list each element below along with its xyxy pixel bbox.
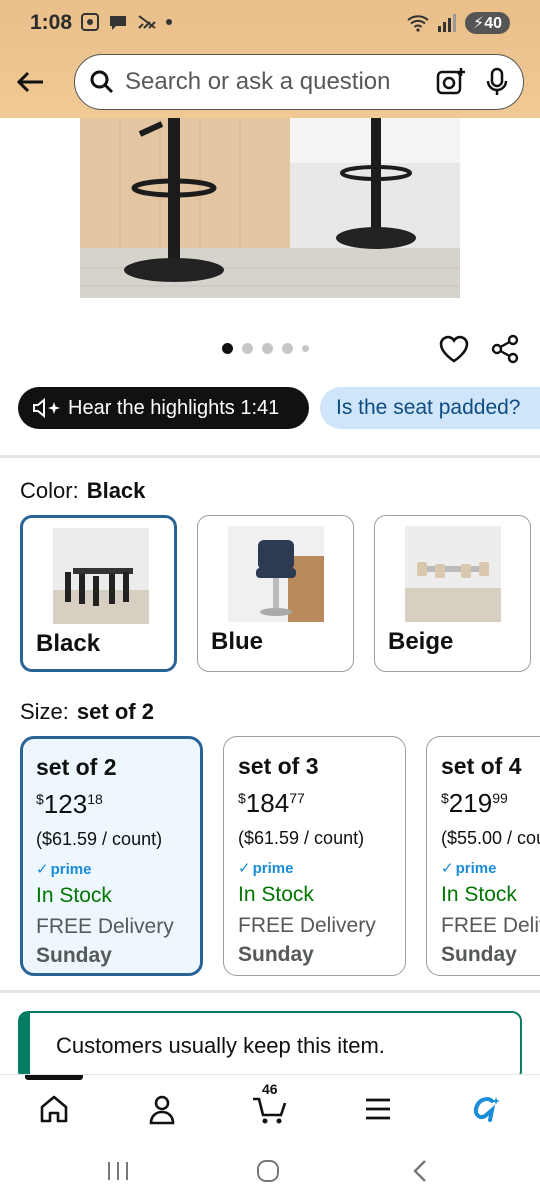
system-nav	[0, 1144, 540, 1200]
check-icon: ✓	[441, 860, 454, 877]
speaker-sparkle-icon	[33, 398, 60, 418]
color-thumbnail	[53, 528, 149, 624]
size-label-row: Size: set of 2	[20, 699, 154, 725]
check-icon: ✓	[36, 861, 49, 878]
gallery-dot[interactable]	[302, 345, 309, 352]
person-icon	[149, 1095, 175, 1125]
size-option-card[interactable]: set of 2 $12318 ($61.59 / count) ✓ prime …	[20, 736, 203, 976]
nav-home[interactable]	[32, 1089, 76, 1129]
notification-dot-icon	[166, 19, 172, 25]
size-price: $21999	[441, 788, 508, 818]
color-option-label: Black	[36, 630, 101, 657]
back-button[interactable]	[12, 64, 48, 100]
size-price: $12318	[36, 789, 103, 819]
back-chevron-icon[interactable]	[410, 1159, 430, 1183]
nav-cart[interactable]: 46	[248, 1081, 292, 1129]
search-bar[interactable]: Search or ask a question	[74, 54, 524, 110]
screenshot-icon	[81, 13, 99, 31]
delivery-text: FREE Delivery	[441, 914, 540, 937]
question-chip-label: Is the seat padded?	[336, 396, 521, 419]
recent-apps-icon[interactable]	[106, 1160, 130, 1182]
size-title: set of 2	[36, 754, 117, 780]
color-label: Color:	[20, 478, 79, 503]
keep-item-text: Customers usually keep this item.	[56, 1033, 385, 1058]
battery-indicator: ⚡40	[464, 12, 510, 34]
stock-status: In Stock	[238, 883, 314, 906]
prime-badge: ✓ prime	[238, 859, 294, 878]
bar-stool-photo	[80, 118, 460, 298]
heart-icon[interactable]	[438, 334, 470, 364]
gallery-dot[interactable]	[282, 343, 293, 354]
header: 1:08 ⚡40 Search or ask a question	[0, 0, 540, 118]
unit-price: ($61.59 / count)	[238, 828, 365, 848]
no-signal-icon	[138, 15, 156, 29]
active-tab-indicator	[25, 1075, 83, 1080]
color-option-blue[interactable]: Blue	[197, 515, 354, 672]
question-chip[interactable]: Is the seat padded?	[320, 387, 540, 429]
size-title: set of 4	[441, 753, 522, 779]
gallery-dot[interactable]	[262, 343, 273, 354]
rufus-assistant-icon	[473, 1097, 500, 1122]
delivery-day: Sunday	[441, 943, 517, 966]
delivery-day: Sunday	[36, 944, 112, 967]
status-bar: 1:08 ⚡40	[0, 0, 540, 48]
section-divider	[0, 455, 540, 458]
delivery-text: FREE Delivery	[238, 914, 376, 937]
cart-count: 46	[262, 1081, 278, 1097]
size-option-card[interactable]: set of 4 $21999 ($55.00 / count) ✓prime …	[426, 736, 540, 976]
product-image[interactable]	[80, 118, 460, 298]
camera-search-icon[interactable]	[435, 66, 467, 98]
share-icon[interactable]	[490, 334, 520, 364]
color-option-label: Blue	[211, 628, 264, 655]
delivery-text: FREE Delivery	[36, 915, 174, 938]
color-selected-value: Black	[86, 478, 146, 503]
stock-status: In Stock	[36, 884, 112, 907]
menu-icon	[366, 1098, 390, 1120]
size-price: $18477	[238, 788, 305, 818]
unit-price: ($61.59 / count)	[36, 829, 163, 849]
cell-signal-icon	[437, 14, 456, 32]
arrow-left-icon	[16, 71, 43, 93]
search-icon	[90, 70, 114, 94]
nav-menu[interactable]	[356, 1089, 400, 1129]
prime-badge: ✓ prime	[441, 859, 497, 878]
size-option-card[interactable]: set of 3 $18477 ($61.59 / count) ✓ prime …	[223, 736, 406, 976]
delivery-day: Sunday	[238, 943, 314, 966]
stock-status: In Stock	[441, 883, 517, 906]
wifi-icon	[407, 15, 429, 32]
keep-item-banner: Customers usually keep this item.	[18, 1011, 522, 1081]
color-option-beige[interactable]: Beige	[374, 515, 531, 672]
size-label: Size:	[20, 699, 69, 724]
color-option-label: Beige	[388, 628, 454, 655]
status-time: 1:08	[30, 11, 73, 34]
unit-price: ($55.00 / count)	[441, 828, 540, 848]
cart-icon	[253, 1097, 287, 1124]
section-divider	[0, 990, 540, 993]
bottom-nav: 46	[0, 1074, 540, 1144]
product-page: 1:08 ⚡40 Search or ask a question Hear t…	[0, 0, 540, 1200]
color-thumbnail	[228, 526, 324, 622]
check-icon: ✓	[238, 860, 251, 877]
search-placeholder: Search or ask a question	[125, 68, 391, 95]
color-label-row: Color: Black	[20, 478, 145, 504]
nav-rufus[interactable]	[464, 1089, 508, 1129]
gallery-pagination	[222, 343, 309, 354]
gallery-dot[interactable]	[222, 343, 233, 354]
home-circle-icon[interactable]	[256, 1159, 280, 1183]
color-option-black[interactable]: Black	[20, 515, 177, 672]
hear-highlights-label: Hear the highlights 1:41	[68, 396, 280, 419]
chat-bubble-icon	[110, 16, 126, 30]
home-icon	[40, 1095, 68, 1123]
microphone-icon[interactable]	[485, 67, 509, 97]
color-thumbnail	[405, 526, 501, 622]
prime-badge: ✓ prime	[36, 860, 92, 879]
size-title: set of 3	[238, 753, 319, 779]
hear-highlights-button[interactable]: Hear the highlights 1:41	[18, 387, 309, 429]
nav-account[interactable]	[140, 1089, 184, 1129]
gallery-dot[interactable]	[242, 343, 253, 354]
size-selected-value: set of 2	[76, 699, 154, 724]
